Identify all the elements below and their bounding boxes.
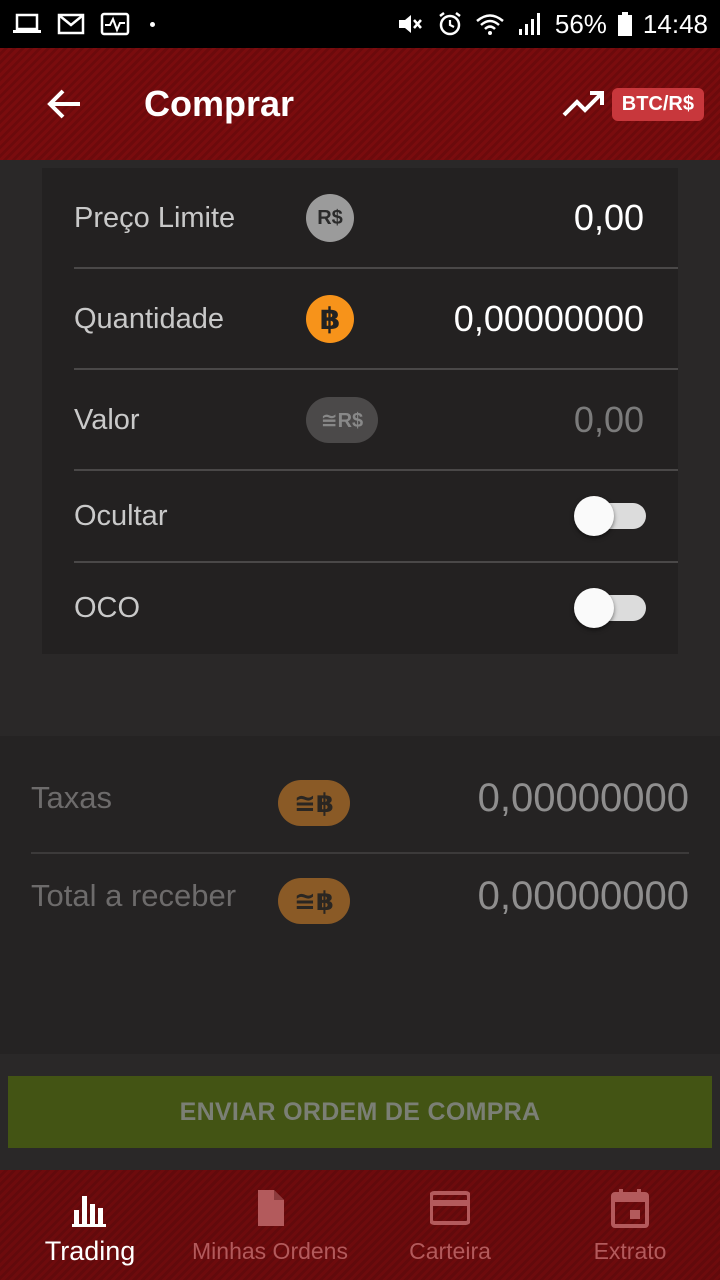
status-bar: 56% 14:48	[0, 0, 720, 48]
bar-chart-icon	[72, 1196, 106, 1227]
bitcoin-icon: ฿	[306, 295, 354, 343]
market-selector[interactable]: BTC/R$	[562, 87, 704, 121]
page-title: Comprar	[144, 83, 295, 124]
alarm-icon	[439, 12, 461, 36]
brl-icon: R$	[306, 194, 354, 242]
bottom-navigation: Trading Minhas Ordens Carteira Extrato	[0, 1170, 720, 1280]
trending-up-icon	[562, 91, 604, 117]
quantity-label: Quantidade	[74, 302, 224, 335]
wifi-icon	[476, 14, 504, 35]
laptop-icon	[13, 13, 41, 33]
value-input[interactable]: 0,00	[574, 399, 644, 441]
nav-label-wallet: Carteira	[409, 1238, 491, 1264]
divider	[74, 469, 678, 471]
order-form: Preço Limite R$ 0,00 Quantidade ฿ 0,0000…	[42, 168, 678, 654]
battery-percent: 56%	[554, 8, 607, 39]
nav-item-statement[interactable]: Extrato	[540, 1170, 720, 1280]
activity-icon	[100, 12, 130, 36]
hide-order-toggle[interactable]	[574, 496, 646, 536]
fees-value: 0,00000000	[477, 776, 689, 820]
status-notifications	[12, 11, 155, 37]
limit-price-row[interactable]: Preço Limite R$ 0,00	[74, 192, 678, 244]
nav-item-wallet[interactable]: Carteira	[360, 1170, 540, 1280]
arrow-left-icon	[47, 89, 80, 119]
nav-label-trading: Trading	[44, 1236, 136, 1266]
divider	[74, 267, 678, 269]
total-receive-value: 0,00000000	[477, 874, 689, 918]
gmail-icon	[57, 13, 85, 35]
total-receive-label: Total a receber	[31, 878, 237, 913]
nav-item-my-orders[interactable]: Minhas Ordens	[180, 1170, 360, 1280]
document-icon	[258, 1190, 284, 1226]
status-system: 56% 14:48	[395, 9, 708, 40]
oco-row: OCO	[74, 582, 678, 634]
back-button[interactable]	[34, 74, 94, 134]
oco-toggle[interactable]	[574, 588, 646, 628]
signal-icon	[518, 13, 540, 35]
approx-bitcoin-icon: ≅฿	[278, 878, 350, 924]
quantity-row[interactable]: Quantidade ฿ 0,00000000	[74, 293, 678, 345]
order-summary: Taxas ≅฿ 0,00000000 Total a receber ≅฿ 0…	[0, 736, 720, 1054]
hide-order-label: Ocultar	[74, 499, 168, 532]
toggle-knob	[574, 496, 614, 536]
app-header: Comprar BTC/R$	[0, 48, 720, 160]
calendar-icon	[611, 1189, 649, 1228]
fees-label: Taxas	[31, 780, 112, 815]
submit-buy-order-button[interactable]: ENVIAR ORDEM DE COMPRA	[8, 1076, 712, 1148]
nav-label-my-orders: Minhas Ordens	[192, 1238, 348, 1264]
limit-price-label: Preço Limite	[74, 201, 236, 234]
limit-price-input[interactable]: 0,00	[574, 197, 644, 239]
oco-label: OCO	[74, 591, 141, 624]
nav-label-statement: Extrato	[593, 1238, 667, 1264]
mute-icon	[398, 15, 422, 33]
quantity-input[interactable]: 0,00000000	[454, 298, 644, 340]
toggle-knob	[574, 588, 614, 628]
pair-badge[interactable]: BTC/R$	[611, 87, 704, 121]
value-label: Valor	[74, 403, 140, 436]
approx-brl-icon: ≅R$	[306, 397, 378, 443]
divider	[74, 368, 678, 370]
hide-order-row: Ocultar	[74, 490, 678, 542]
credit-card-icon	[430, 1191, 470, 1225]
value-row[interactable]: Valor ≅R$ 0,00	[74, 394, 678, 446]
nav-item-trading[interactable]: Trading	[0, 1170, 180, 1280]
divider	[74, 561, 678, 563]
clock: 14:48	[642, 8, 708, 39]
approx-bitcoin-icon: ≅฿	[278, 780, 350, 826]
more-notifications-dot	[150, 21, 155, 27]
battery-icon	[617, 12, 632, 36]
